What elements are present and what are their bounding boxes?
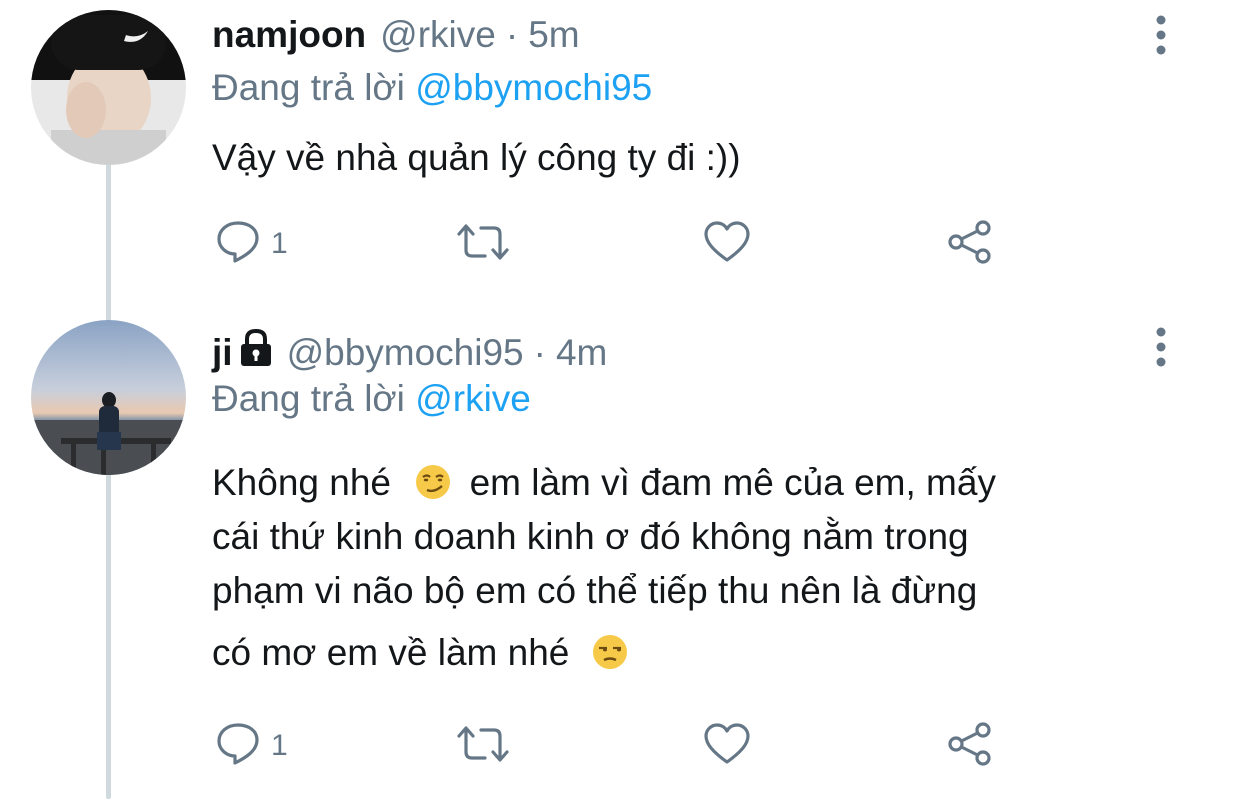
more-vertical-icon[interactable] xyxy=(1152,327,1170,367)
heart-icon xyxy=(703,722,751,771)
display-name[interactable]: ji xyxy=(212,331,233,375)
share-button[interactable] xyxy=(946,720,994,773)
user-handle[interactable]: @bbymochi95 xyxy=(287,331,524,375)
tweet-text-segment: có mơ em về làm nhé xyxy=(212,632,570,673)
share-button[interactable] xyxy=(946,218,994,271)
tweet-text-line: Vậy về nhà quản lý công ty đi :)) xyxy=(212,137,741,178)
tweet-text-line: cái thứ kinh doanh kinh ơ đó không nằm t… xyxy=(212,516,969,557)
share-icon xyxy=(946,720,994,773)
reply-count: 1 xyxy=(271,728,288,762)
tweet-namjoon[interactable]: namjoon @rkive · 5m Đang trả lời @bbymoc… xyxy=(0,0,1242,320)
replying-to: Đang trả lời @bbymochi95 xyxy=(212,66,652,110)
replying-prefix: Đang trả lời xyxy=(212,67,405,108)
mention-link[interactable]: @rkive xyxy=(415,378,531,419)
replying-prefix: Đang trả lời xyxy=(212,378,405,419)
tweet-header: ji @bbymochi95 · 4m xyxy=(212,328,607,378)
separator-dot: · xyxy=(505,14,519,55)
avatar[interactable] xyxy=(31,10,186,165)
tweet-text: Vậy về nhà quản lý công ty đi :)) xyxy=(212,136,1212,180)
tweet-header: namjoon @rkive · 5m xyxy=(212,13,580,57)
timestamp[interactable]: 4m xyxy=(556,331,607,375)
reply-button[interactable]: 1 xyxy=(215,720,288,771)
lock-icon xyxy=(239,328,273,378)
like-button[interactable] xyxy=(703,220,751,269)
tweet-text-line: phạm vi não bộ em có thể tiếp thu nên là… xyxy=(212,570,978,611)
heart-icon xyxy=(703,220,751,269)
tweet-text-segment: em làm vì đam mê của em, mấy xyxy=(469,462,996,503)
share-icon xyxy=(946,218,994,271)
tweet-text-line: Không nhé em làm vì đam mê của em, mấy xyxy=(212,460,1212,514)
tweet-text-line: có mơ em về làm nhé xyxy=(212,630,1212,676)
user-handle[interactable]: @rkive xyxy=(380,13,496,57)
timestamp[interactable]: 5m xyxy=(528,13,579,57)
separator-dot: · xyxy=(533,332,546,373)
comment-icon xyxy=(215,218,261,269)
retweet-button[interactable] xyxy=(455,222,511,267)
display-name[interactable]: namjoon xyxy=(212,13,366,57)
retweet-icon xyxy=(455,724,511,769)
avatar[interactable] xyxy=(31,320,186,475)
reply-button[interactable]: 1 xyxy=(215,218,288,269)
unamused-face-emoji xyxy=(592,634,628,670)
mention-link[interactable]: @bbymochi95 xyxy=(415,67,652,108)
action-bar: 1 xyxy=(0,714,1242,774)
smirking-face-emoji xyxy=(415,464,451,500)
reply-count: 1 xyxy=(271,226,288,260)
action-bar: 1 xyxy=(0,212,1242,272)
like-button[interactable] xyxy=(703,722,751,771)
tweet-text-segment: Không nhé xyxy=(212,462,392,503)
retweet-icon xyxy=(455,222,511,267)
replying-to: Đang trả lời @rkive xyxy=(212,377,531,421)
comment-icon xyxy=(215,720,261,771)
tweet-text: Không nhé em làm vì đam mê của em, mấy c… xyxy=(212,460,1212,676)
more-vertical-icon[interactable] xyxy=(1152,15,1170,55)
retweet-button[interactable] xyxy=(455,724,511,769)
tweet-ji[interactable]: ji @bbymochi95 · 4m Đang trả lời @rkive … xyxy=(0,300,1242,799)
